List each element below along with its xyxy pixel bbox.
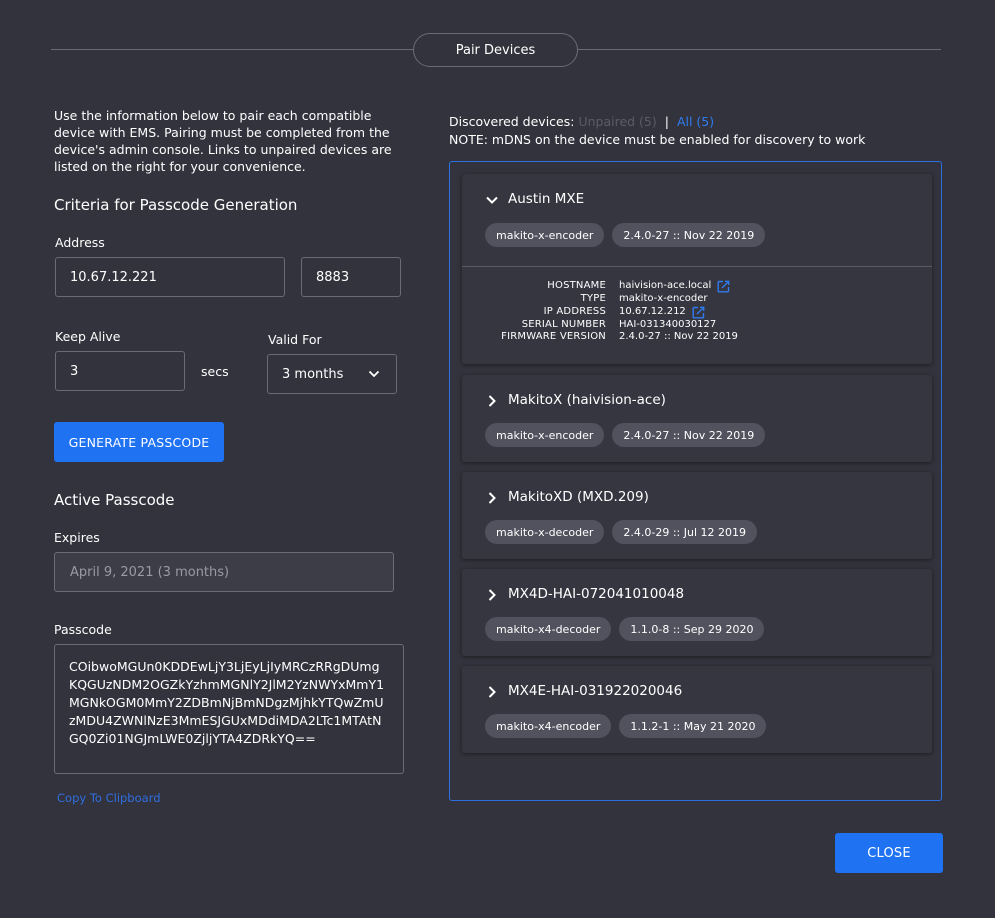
device-version-chip: 2.4.0-27 :: Nov 22 2019 — [612, 423, 766, 447]
device-version-chip: 1.1.0-8 :: Sep 29 2020 — [619, 617, 765, 641]
expires-field: April 9, 2021 (3 months) — [54, 552, 394, 592]
address-label: Address — [55, 235, 105, 250]
device-name: Austin MXE — [508, 191, 585, 207]
valid-for-label: Valid For — [268, 332, 322, 347]
passcode-line: KQGUzNDM2OGZkYzhmMGNlY2JlM2YzNWYxMmY1 — [69, 677, 385, 692]
firmware-key: FIRMWARE VERSION — [501, 331, 606, 342]
criteria-heading: Criteria for Passcode Generation — [54, 196, 298, 214]
expires-label: Expires — [54, 530, 100, 545]
device-card[interactable]: Austin MXE makito-x-encoder 2.4.0-27 :: … — [462, 174, 932, 364]
port-input[interactable]: 8883 — [301, 257, 401, 297]
keep-alive-label: Keep Alive — [55, 329, 121, 344]
device-list[interactable]: Austin MXE makito-x-encoder 2.4.0-27 :: … — [449, 161, 942, 801]
passcode-line: GQ0Zi01NGJmLWE0ZjljYTA4ZDRkYQ== — [69, 731, 316, 746]
close-button[interactable]: CLOSE — [835, 833, 943, 873]
device-type-chip: makito-x4-encoder — [485, 714, 612, 738]
device-type-chip: makito-x-encoder — [485, 223, 605, 247]
passcode-textarea[interactable]: COibwoMGUn0KDDEwLjY3LjEyLjIyMRCzRRgDUmg … — [54, 644, 404, 774]
type-key: TYPE — [580, 293, 606, 304]
passcode-line: zMDU4ZWNlNzE3MmESJGUxMDdiMDA2LTc1MTAtN — [69, 713, 382, 728]
filter-separator: | — [664, 114, 669, 129]
filter-all[interactable]: All (5) — [677, 114, 714, 129]
chevron-down-icon — [368, 370, 380, 378]
passcode-line: MGNkOGM0MmY2ZDBmNjBmNDgzMjhkYTQwZmU — [69, 695, 384, 710]
device-type-chip: makito-x4-decoder — [485, 617, 612, 641]
device-card[interactable]: MakitoXD (MXD.209) makito-x-decoder 2.4.… — [462, 472, 932, 559]
mdns-note: NOTE: mDNS on the device must be enabled… — [449, 132, 866, 147]
type-value: makito-x-encoder — [619, 293, 708, 304]
chevron-right-icon[interactable] — [485, 588, 499, 602]
valid-for-select[interactable]: 3 months — [267, 354, 397, 394]
firmware-value: 2.4.0-27 :: Nov 22 2019 — [619, 331, 738, 342]
device-details: HOSTNAME haivision-ace.local TYPE makito… — [462, 279, 762, 343]
external-link-icon[interactable] — [717, 280, 730, 293]
device-card[interactable]: MX4E-HAI-031922020046 makito-x4-encoder … — [462, 666, 932, 753]
passcode-line: COibwoMGUn0KDDEwLjY3LjEyLjIyMRCzRRgDUmg — [69, 659, 380, 674]
hostname-key: HOSTNAME — [547, 280, 606, 291]
dialog-title: Pair Devices — [413, 33, 578, 67]
active-passcode-heading: Active Passcode — [54, 491, 175, 509]
keep-alive-input[interactable]: 3 — [55, 351, 185, 391]
passcode-label: Passcode — [54, 622, 112, 637]
device-name: MakitoX (haivision-ace) — [508, 392, 666, 408]
chevron-right-icon[interactable] — [485, 685, 499, 699]
ip-key: IP ADDRESS — [543, 306, 606, 317]
external-link-icon[interactable] — [692, 306, 705, 319]
device-name: MX4E-HAI-031922020046 — [508, 683, 683, 699]
keep-alive-unit: secs — [201, 364, 229, 379]
device-version-chip: 2.4.0-29 :: Jul 12 2019 — [612, 520, 758, 544]
generate-passcode-button[interactable]: GENERATE PASSCODE — [54, 422, 224, 462]
device-type-chip: makito-x-encoder — [485, 423, 605, 447]
filter-unpaired[interactable]: Unpaired (5) — [578, 114, 656, 129]
chevron-right-icon[interactable] — [485, 491, 499, 505]
valid-for-value: 3 months — [282, 366, 344, 382]
intro-text: Use the information below to pair each c… — [54, 108, 392, 174]
discovery-header: Discovered devices: Unpaired (5) | All (… — [449, 113, 865, 149]
chevron-down-icon[interactable] — [485, 193, 499, 207]
card-divider — [462, 266, 932, 267]
copy-to-clipboard-link[interactable]: Copy To Clipboard — [57, 791, 161, 805]
device-card[interactable]: MX4D-HAI-072041010048 makito-x4-decoder … — [462, 569, 932, 656]
device-version-chip: 2.4.0-27 :: Nov 22 2019 — [612, 223, 766, 247]
device-name: MX4D-HAI-072041010048 — [508, 586, 685, 602]
ip-value: 10.67.12.212 — [619, 306, 686, 317]
chevron-right-icon[interactable] — [485, 394, 499, 408]
device-name: MakitoXD (MXD.209) — [508, 489, 649, 505]
device-card[interactable]: MakitoX (haivision-ace) makito-x-encoder… — [462, 375, 932, 462]
device-type-chip: makito-x-decoder — [485, 520, 605, 544]
discovered-devices-label: Discovered devices: — [449, 114, 575, 129]
address-input[interactable]: 10.67.12.221 — [55, 257, 285, 297]
hostname-value: haivision-ace.local — [619, 280, 712, 291]
device-version-chip: 1.1.2-1 :: May 21 2020 — [619, 714, 767, 738]
